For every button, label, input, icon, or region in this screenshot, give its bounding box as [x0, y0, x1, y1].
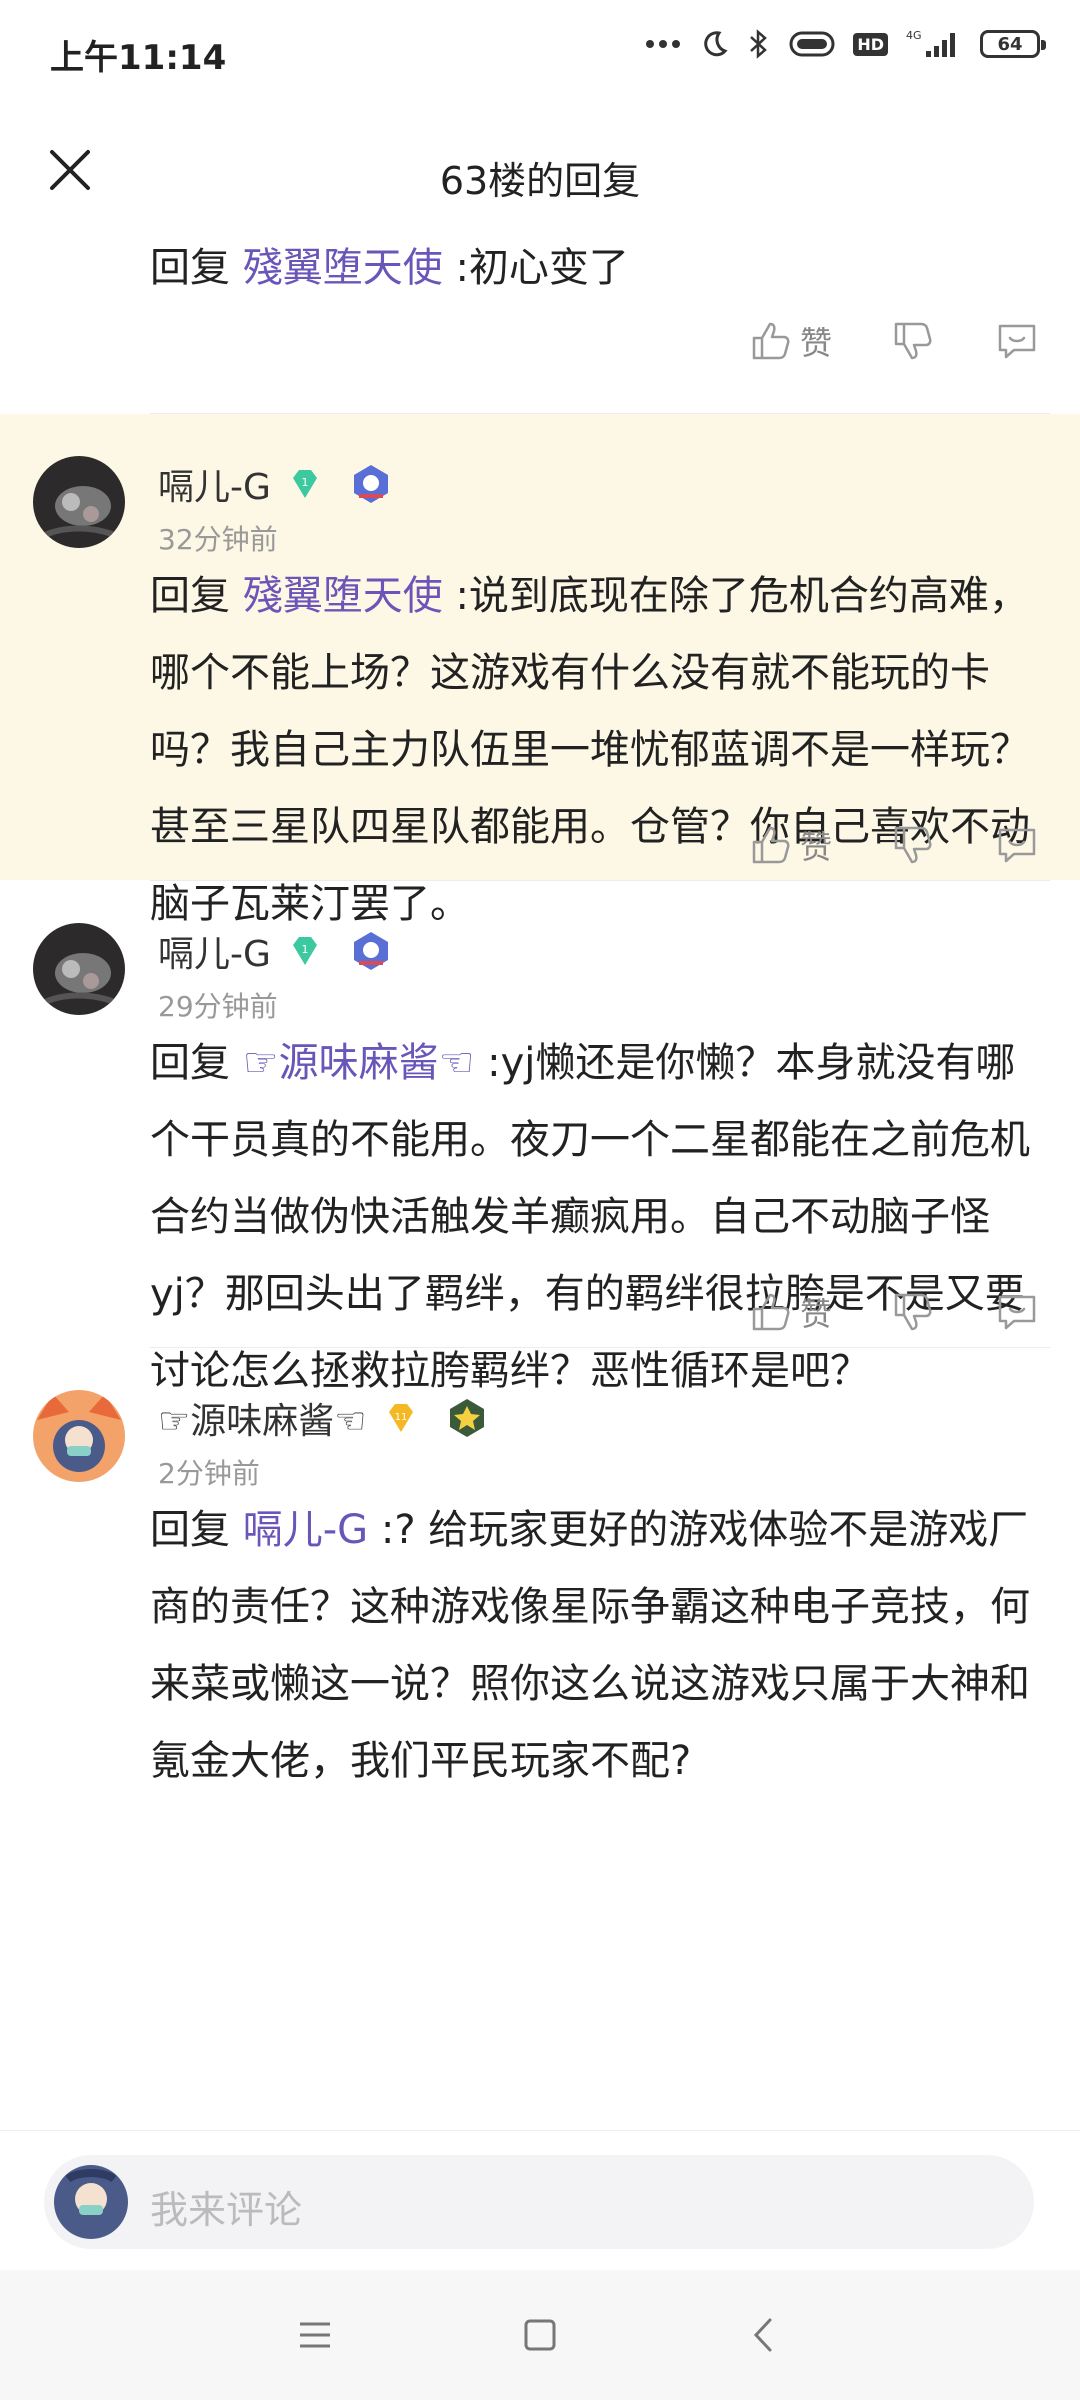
reply-button[interactable]	[994, 318, 1040, 364]
gem-badge-icon: 11	[388, 1404, 413, 1432]
comment-item: 嗝儿-G 1 29分钟前 回复 ☞源味麻酱☜ :yj懒还是你懒？本身就没有哪个干…	[0, 881, 1080, 1394]
toggle-icon	[789, 31, 835, 57]
page-title: 63楼的回复	[439, 159, 641, 203]
mention-link[interactable]: 嗝儿-G	[243, 1507, 368, 1553]
comment-actions: 赞	[748, 1289, 1040, 1335]
comment-text: :yj懒还是你懒？本身就没有哪个干员真的不能用。夜刀一个二星都能在之前危机合约当…	[150, 1040, 1030, 1394]
like-button[interactable]: 赞	[748, 822, 832, 868]
reply-prefix: 回复	[150, 573, 230, 619]
avatar[interactable]	[33, 1390, 125, 1482]
timestamp: 2分钟前	[158, 1457, 260, 1490]
thumb-up-icon	[752, 322, 790, 360]
thumb-up-icon	[752, 826, 790, 864]
reply-prefix: 回复	[150, 1040, 230, 1086]
comment-icon	[998, 1295, 1036, 1330]
username-row: ☞源味麻酱☜ 11	[158, 1392, 489, 1444]
home-square-icon	[524, 2319, 556, 2351]
thumb-down-icon	[894, 322, 932, 360]
reply-prefix: 回复	[150, 1507, 230, 1553]
header: 63楼的回复	[0, 110, 1080, 230]
hd-badge: HD	[853, 32, 888, 56]
level-badge-icon	[353, 932, 388, 970]
comment-item: 回复 殘翼堕天使 :初心变了 赞	[0, 230, 1080, 410]
comment-actions: 赞	[748, 822, 1040, 868]
thumb-down-icon	[894, 1293, 932, 1331]
back-button[interactable]	[740, 2310, 790, 2360]
mention-link[interactable]: 殘翼堕天使	[243, 245, 443, 291]
svg-text:1: 1	[301, 476, 308, 489]
thumb-down-icon	[894, 826, 932, 864]
comment-item: ☞源味麻酱☜ 11 2分钟前 回复 嗝儿-G :? 给玩家更好的游戏体验不是游戏…	[0, 1348, 1080, 2130]
like-label: 赞	[799, 828, 832, 866]
svg-text:1: 1	[301, 943, 308, 956]
dislike-button[interactable]	[890, 822, 936, 868]
comment-body: 回复 殘翼堕天使 :初心变了	[150, 230, 1050, 306]
status-icons: HD 4G 64	[645, 28, 1046, 60]
dislike-button[interactable]	[890, 1289, 936, 1335]
comment-icon	[998, 828, 1036, 863]
mention-link[interactable]: 殘翼堕天使	[243, 573, 443, 619]
comment-icon	[998, 324, 1036, 359]
more-dots-icon	[645, 38, 681, 50]
dislike-button[interactable]	[890, 318, 936, 364]
back-chevron-icon	[753, 2318, 772, 2352]
system-nav-bar	[0, 2270, 1080, 2400]
gem-badge-icon: 1	[292, 937, 317, 965]
avatar[interactable]	[33, 923, 125, 1015]
menu-button[interactable]	[290, 2310, 340, 2360]
moon-icon	[699, 29, 729, 59]
username-row: 嗝儿-G 1	[158, 458, 393, 510]
status-time: 上午11:14	[50, 38, 227, 78]
username[interactable]: 嗝儿-G	[158, 458, 271, 510]
like-button[interactable]: 赞	[748, 318, 832, 364]
comment-text: :说到底现在除了危机合约高难，哪个不能上场？这游戏有什么没有就不能玩的卡吗？我自…	[150, 573, 1030, 927]
comment-body: 回复 嗝儿-G :? 给玩家更好的游戏体验不是游戏厂商的责任？这种游戏像星际争霸…	[150, 1492, 1050, 1800]
username[interactable]: 嗝儿-G	[158, 925, 271, 977]
star-badge-icon	[449, 1399, 484, 1437]
user-avatar	[54, 2165, 128, 2239]
timestamp: 29分钟前	[158, 990, 278, 1023]
level-badge-icon	[353, 465, 388, 503]
svg-text:4G: 4G	[906, 29, 922, 42]
bluetooth-icon	[747, 28, 771, 60]
reply-button[interactable]	[994, 1289, 1040, 1335]
gem-badge-icon: 1	[292, 470, 317, 498]
reply-prefix: 回复	[150, 245, 230, 291]
comment-actions: 赞	[748, 318, 1040, 364]
username-row: 嗝儿-G 1	[158, 925, 393, 977]
reply-button[interactable]	[994, 822, 1040, 868]
signal-icon: 4G	[906, 29, 962, 59]
like-button[interactable]: 赞	[748, 1289, 832, 1335]
status-bar: 上午11:14 HD 4G 64	[0, 0, 1080, 100]
timestamp: 32分钟前	[158, 523, 278, 556]
comment-bar: 我来评论	[0, 2130, 1080, 2271]
thumb-up-icon	[752, 1293, 790, 1331]
menu-icon	[300, 2322, 330, 2348]
mention-link[interactable]: ☞源味麻酱☜	[243, 1040, 475, 1086]
comment-input[interactable]: 我来评论	[44, 2155, 1034, 2249]
username[interactable]: ☞源味麻酱☜	[158, 1392, 367, 1444]
comment-text: :初心变了	[455, 245, 629, 291]
comment-item: 嗝儿-G 1 32分钟前 回复 殘翼堕天使 :说到底现在除了危机合约高难，哪个不…	[0, 414, 1080, 927]
home-button[interactable]	[515, 2310, 565, 2360]
reply-list[interactable]: 回复 殘翼堕天使 :初心变了 赞 嗝儿-G 1 32分钟前 回复 殘翼堕天使:…	[0, 230, 1080, 2130]
svg-text:11: 11	[394, 1412, 407, 1423]
comment-placeholder: 我来评论	[150, 2188, 303, 2232]
like-label: 赞	[799, 324, 832, 362]
avatar[interactable]	[33, 456, 125, 548]
like-label: 赞	[799, 1295, 832, 1333]
battery-icon: 64	[980, 30, 1046, 58]
